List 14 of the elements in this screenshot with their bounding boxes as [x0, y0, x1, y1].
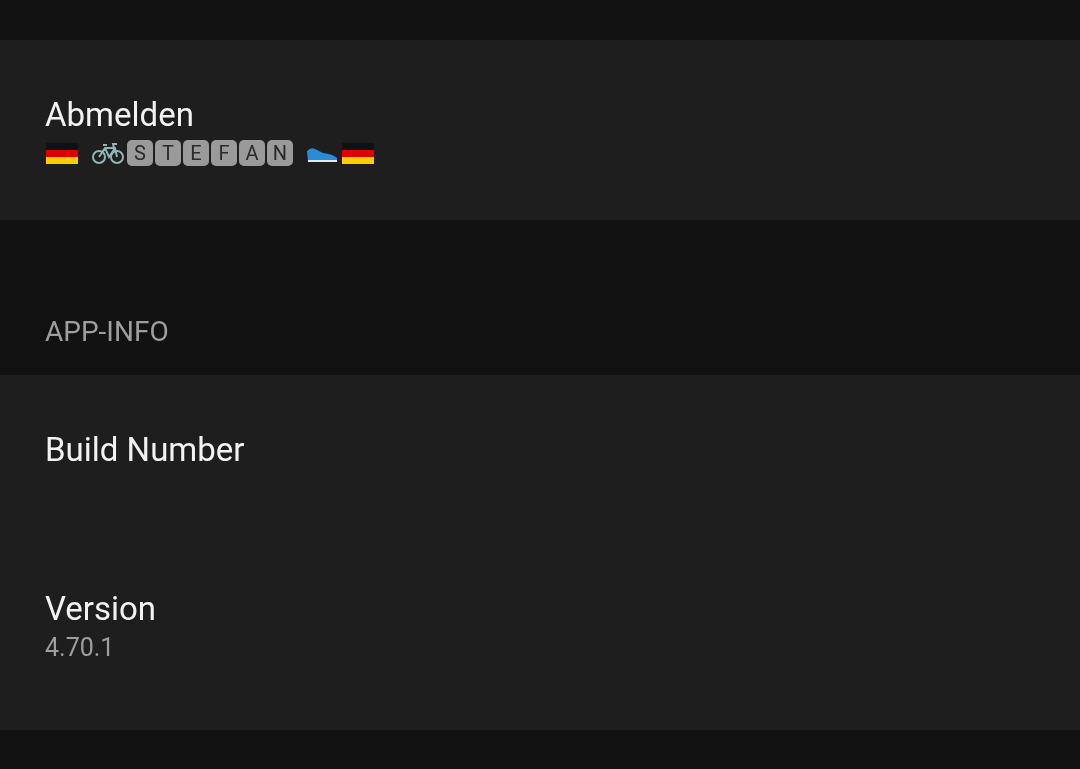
setting-title[interactable]: Build Number: [45, 429, 245, 471]
setting-title[interactable]: Version: [45, 588, 157, 630]
bicycle-icon: [91, 140, 125, 165]
setting-title[interactable]: Abmelden: [45, 94, 194, 136]
section-header: APP-INFO: [45, 314, 169, 350]
flag-icon: [341, 140, 375, 165]
setting-value: 4.70.1: [45, 632, 115, 665]
letter-tile: T: [155, 139, 181, 166]
letter-tile: A: [239, 139, 265, 166]
letter-tile: F: [211, 139, 237, 166]
letter-tile: S: [127, 139, 153, 166]
letter-tile: E: [183, 139, 209, 166]
flag-icon: [45, 140, 79, 165]
letter-tile: N: [267, 139, 293, 166]
